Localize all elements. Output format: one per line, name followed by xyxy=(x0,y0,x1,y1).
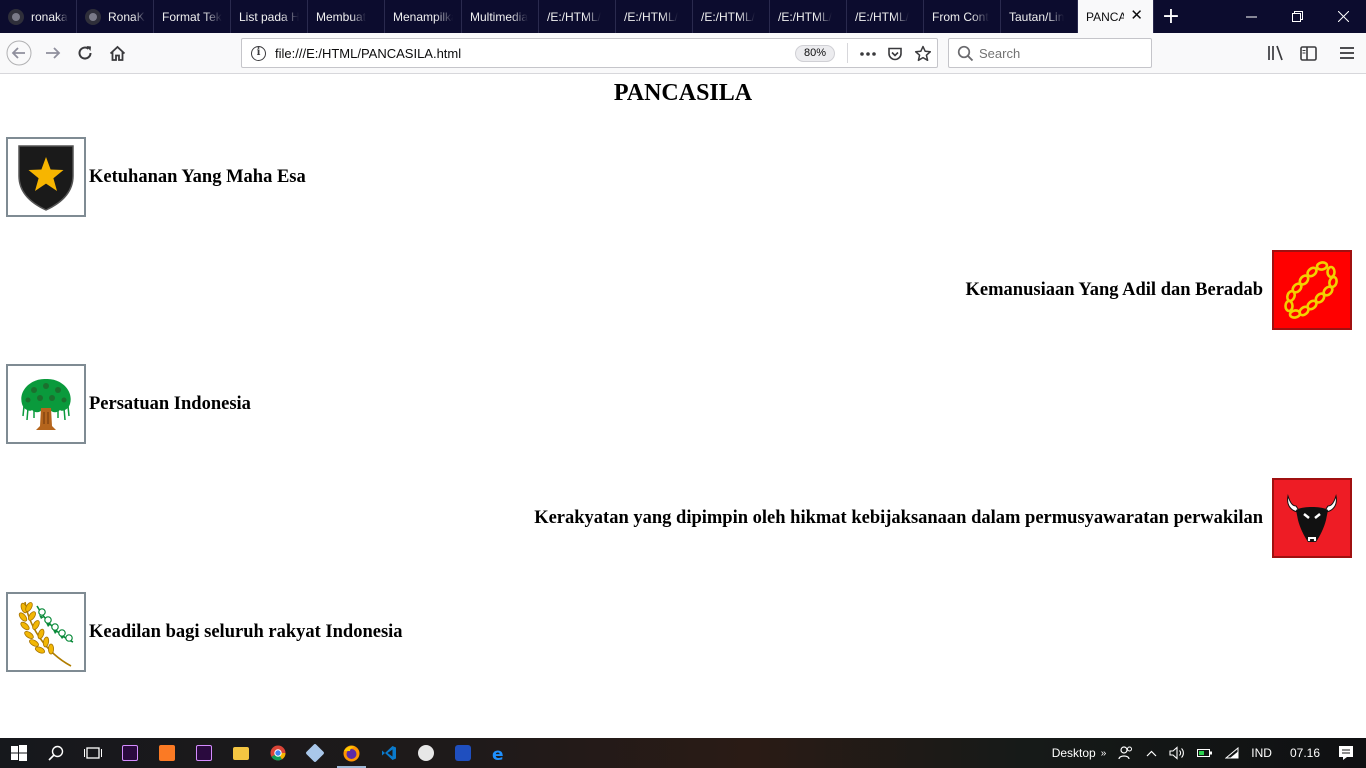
browser-tab[interactable]: /E:/HTML/ xyxy=(616,0,693,33)
close-tab-icon[interactable]: ✕ xyxy=(1130,8,1143,24)
sila-row-5: Keadilan bagi seluruh rakyat Indonesia xyxy=(6,592,403,672)
sila-text-4: Kerakyatan yang dipimpin oleh hikmat keb… xyxy=(534,507,1263,528)
hamburger-menu-icon[interactable] xyxy=(1333,39,1361,67)
search-input[interactable] xyxy=(979,45,1144,62)
chain-icon xyxy=(1284,261,1338,319)
app-icon[interactable] xyxy=(407,738,444,768)
browser-tab[interactable]: RonaK xyxy=(77,0,154,33)
svg-text:e: e xyxy=(492,745,504,762)
battery-icon[interactable] xyxy=(1191,738,1219,768)
firefox-icon[interactable] xyxy=(333,738,370,768)
search-bar[interactable] xyxy=(948,38,1152,68)
clock[interactable]: 07.16 xyxy=(1278,738,1332,768)
task-view-icon[interactable] xyxy=(74,738,111,768)
language-indicator[interactable]: IND xyxy=(1245,738,1278,768)
browser-tab[interactable]: Multimedia xyxy=(462,0,539,33)
restore-icon[interactable] xyxy=(1274,0,1320,33)
new-tab-icon[interactable]: + xyxy=(1154,0,1188,33)
url-bar-separator xyxy=(847,43,848,63)
back-arrow-icon[interactable] xyxy=(5,39,33,67)
sila-text-2: Kemanusiaan Yang Adil dan Beradab xyxy=(965,279,1263,300)
rice-cotton-icon xyxy=(18,601,74,667)
premiere-pro-icon[interactable] xyxy=(111,738,148,768)
virtualbox-icon[interactable] xyxy=(296,738,333,768)
sila-image-3 xyxy=(6,364,86,444)
chrome-icon[interactable] xyxy=(259,738,296,768)
github-icon xyxy=(8,8,24,25)
browser-tab[interactable]: ronaka xyxy=(0,0,77,33)
zoom-level-badge[interactable]: 80% xyxy=(795,45,836,62)
vscode-icon[interactable] xyxy=(370,738,407,768)
windows-start-icon[interactable] xyxy=(0,738,37,768)
sila-text-3: Persatuan Indonesia xyxy=(89,393,251,414)
sila-image-5 xyxy=(6,592,86,672)
sila-row-2: Kemanusiaan Yang Adil dan Beradab xyxy=(966,250,1352,330)
premiere-pro-icon-2[interactable] xyxy=(185,738,222,768)
bookmark-star-icon[interactable] xyxy=(912,43,934,65)
close-window-icon[interactable] xyxy=(1320,0,1366,33)
star-shield-icon xyxy=(18,145,74,211)
page-content: PANCASILA Ketuhanan Yang Maha Esa Kemanu… xyxy=(0,74,1366,738)
bull-head-icon xyxy=(1287,494,1337,542)
browser-tab[interactable]: /E:/HTML/ xyxy=(770,0,847,33)
sidebar-toggle-icon[interactable] xyxy=(1294,39,1322,67)
app-icon-blue[interactable] xyxy=(444,738,481,768)
browser-tab[interactable]: List pada HTML xyxy=(231,0,308,33)
home-icon[interactable] xyxy=(103,39,131,67)
action-center-icon[interactable] xyxy=(1332,738,1366,768)
edge-icon[interactable]: e xyxy=(481,738,518,768)
library-icon[interactable] xyxy=(1262,39,1290,67)
file-explorer-icon[interactable] xyxy=(222,738,259,768)
sila-row-4: Kerakyatan yang dipimpin oleh hikmat keb… xyxy=(534,478,1352,558)
url-text[interactable]: file:///E:/HTML/PANCASILA.html xyxy=(275,46,461,61)
browser-tab[interactable]: Format Teks xyxy=(154,0,231,33)
sila-image-1 xyxy=(6,137,86,217)
search-icon xyxy=(957,45,974,66)
sila-text-5: Keadilan bagi seluruh rakyat Indonesia xyxy=(89,621,403,642)
desktop-label: Desktop xyxy=(1051,746,1096,760)
people-icon[interactable] xyxy=(1112,738,1140,768)
sila-image-4 xyxy=(1272,478,1352,558)
forward-arrow-icon[interactable] xyxy=(39,39,67,67)
double-chevron-icon: » xyxy=(1100,747,1107,759)
sila-text-1: Ketuhanan Yang Maha Esa xyxy=(89,166,306,187)
volume-icon[interactable] xyxy=(1163,738,1191,768)
reload-icon[interactable] xyxy=(71,39,99,67)
banyan-tree-icon xyxy=(21,378,71,430)
site-info-icon[interactable]: i xyxy=(251,46,266,61)
sila-image-2 xyxy=(1272,250,1352,330)
sila-row-1: Ketuhanan Yang Maha Esa xyxy=(6,137,306,217)
browser-tab[interactable]: /E:/HTML/ xyxy=(539,0,616,33)
browser-tab[interactable]: /E:/HTML/ xyxy=(693,0,770,33)
chevron-up-icon[interactable] xyxy=(1140,738,1163,768)
browser-tab[interactable]: Tautan/Lin xyxy=(1001,0,1078,33)
browser-tab[interactable]: From Cont xyxy=(924,0,1001,33)
wifi-icon[interactable] xyxy=(1219,738,1245,768)
github-icon xyxy=(85,8,101,25)
page-actions-icon[interactable] xyxy=(857,43,879,65)
xampp-icon[interactable] xyxy=(148,738,185,768)
browser-tab[interactable]: Menampilkan xyxy=(385,0,462,33)
url-bar[interactable]: i file:///E:/HTML/PANCASILA.html 80% xyxy=(241,38,938,68)
tab-strip: ronaka RonaK Format Teks List pada HTML … xyxy=(0,0,1366,33)
windows-taskbar: e Desktop » IND 07.16 xyxy=(0,738,1366,768)
navigation-toolbar: i file:///E:/HTML/PANCASILA.html 80% xyxy=(0,33,1366,74)
sila-row-3: Persatuan Indonesia xyxy=(6,364,251,444)
taskbar-search-icon[interactable] xyxy=(37,738,74,768)
system-tray: Desktop » IND 07.16 xyxy=(1046,738,1366,768)
window-controls xyxy=(1228,0,1366,33)
browser-tab[interactable]: /E:/HTML/ xyxy=(847,0,924,33)
pocket-icon[interactable] xyxy=(884,43,906,65)
minimize-icon[interactable] xyxy=(1228,0,1274,33)
browser-tab[interactable]: Membuat xyxy=(308,0,385,33)
page-title: PANCASILA xyxy=(613,80,753,106)
desktop-toolbar[interactable]: Desktop » xyxy=(1046,738,1113,768)
browser-tab-active[interactable]: PANCASILA ✕ xyxy=(1078,0,1154,33)
